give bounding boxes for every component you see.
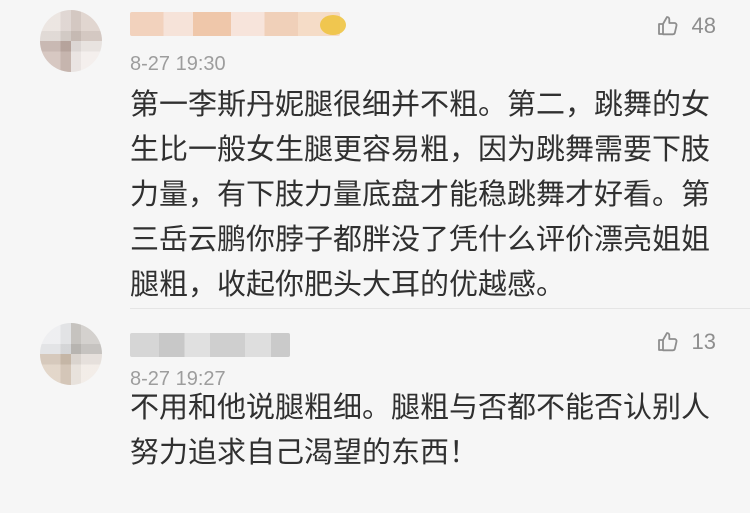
avatar[interactable] <box>40 323 102 385</box>
badge-icon <box>320 15 346 35</box>
like-button[interactable]: 13 <box>656 330 716 354</box>
comment-item: 8-27 19:30 48 第一李斯丹妮腿很细并不粗。第二，跳舞的女 生比一般女… <box>0 0 750 309</box>
comments-page: 8-27 19:30 48 第一李斯丹妮腿很细并不粗。第二，跳舞的女 生比一般女… <box>0 0 750 513</box>
comment-timestamp: 8-27 19:30 <box>130 53 226 75</box>
like-count: 13 <box>691 329 716 354</box>
comment-text: 不用和他说腿粗细。腿粗与否都不能否认别人 努力追求自己渴望的东西！ <box>130 385 714 475</box>
comment-line: 腿粗，收起你肥头大耳的优越感。 <box>130 267 566 301</box>
comment-text: 第一李斯丹妮腿很细并不粗。第二，跳舞的女 生比一般女生腿更容易粗，因为跳舞需要下… <box>130 82 714 307</box>
like-count: 48 <box>691 13 716 38</box>
comment-line: 第一李斯丹妮腿很细并不粗。第二，跳舞的女 <box>130 87 711 121</box>
blurred-username[interactable] <box>130 333 290 357</box>
blurred-username[interactable] <box>130 12 340 36</box>
comment-item: 8-27 19:27 13 不用和他说腿粗细。腿粗与否都不能否认别人 努力追求自… <box>0 309 750 513</box>
comment-line: 努力追求自己渴望的东西！ <box>130 435 479 469</box>
comment-line: 三岳云鹏你脖子都胖没了凭什么评价漂亮姐姐 <box>130 222 711 256</box>
like-button[interactable]: 48 <box>656 14 716 38</box>
thumbs-up-icon[interactable] <box>656 14 680 38</box>
comment-line: 力量，有下肢力量底盘才能稳跳舞才好看。第 <box>130 177 711 211</box>
comment-line: 生比一般女生腿更容易粗，因为跳舞需要下肢 <box>130 132 711 166</box>
avatar[interactable] <box>40 10 102 72</box>
comment-line: 不用和他说腿粗细。腿粗与否都不能否认别人 <box>130 390 711 424</box>
thumbs-up-icon[interactable] <box>656 330 680 354</box>
